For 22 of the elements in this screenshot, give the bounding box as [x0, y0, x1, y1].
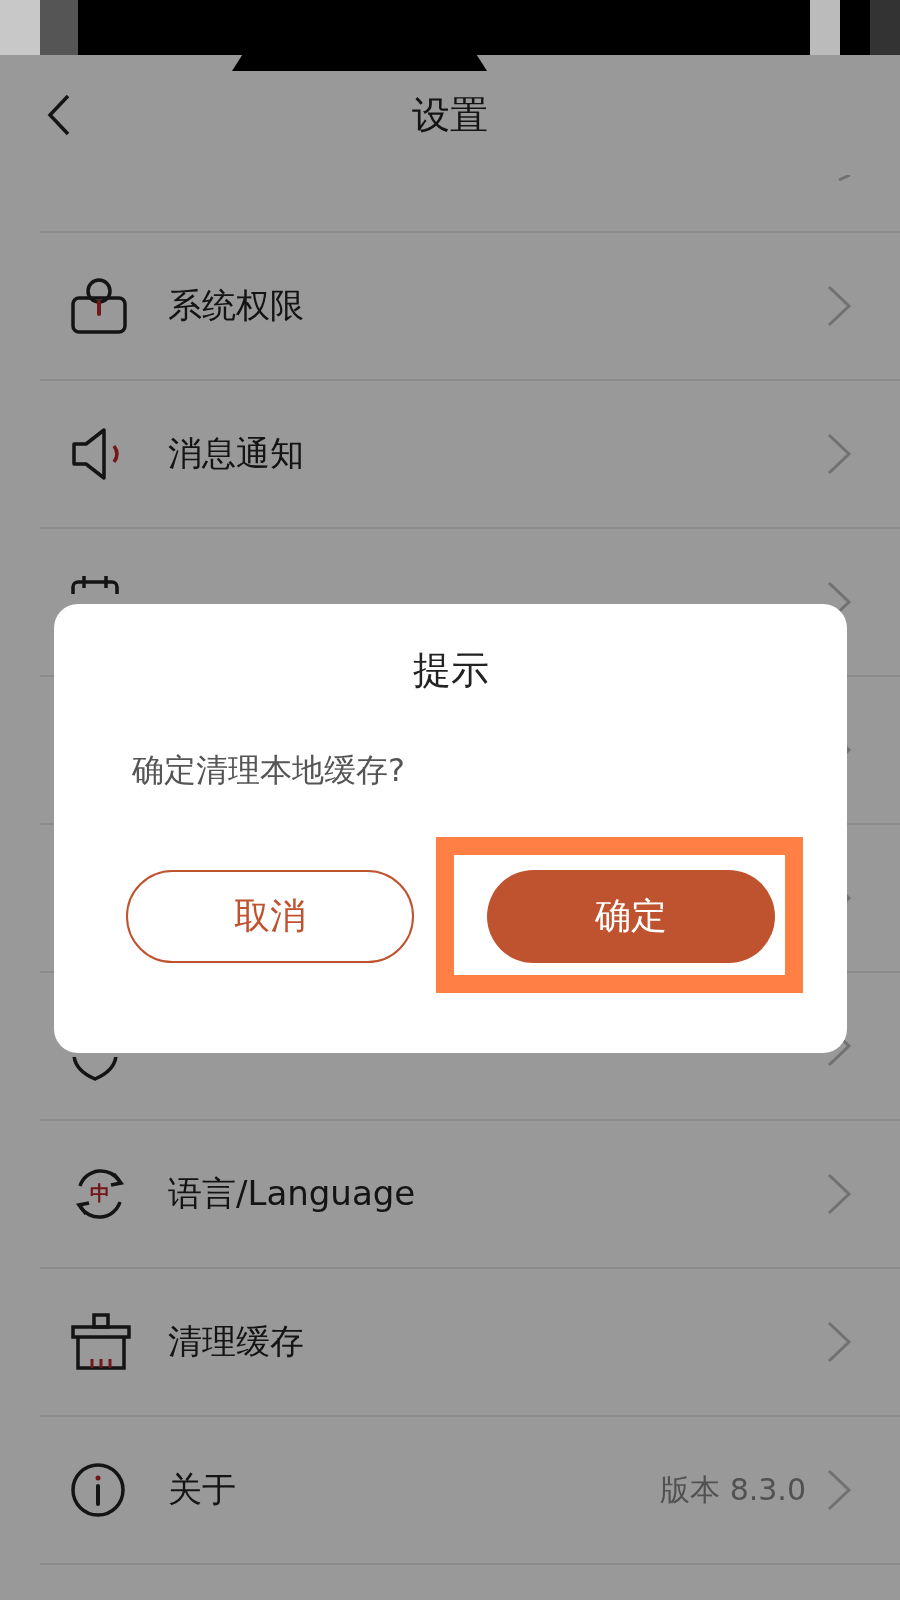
- shield-icon: [70, 1057, 120, 1081]
- setting-label: 清理缓存: [168, 1320, 305, 1363]
- chevron-right-icon: [826, 432, 852, 476]
- chevron-icon: [838, 175, 852, 181]
- cancel-button[interactable]: 取消: [126, 870, 414, 963]
- info-icon: [70, 1462, 126, 1518]
- setting-label: 系统权限: [168, 284, 305, 327]
- basket-icon: [70, 1313, 132, 1371]
- setting-label: 关于: [168, 1468, 237, 1511]
- setting-label: 消息通知: [168, 432, 305, 475]
- chevron-right-icon: [826, 284, 852, 328]
- chevron-right-icon: [826, 1468, 852, 1512]
- dialog-title: 提示: [411, 647, 490, 690]
- lock-icon: [70, 276, 128, 336]
- page-title: 设置: [412, 91, 488, 139]
- dialog-message: 确定清理本地缓存?: [132, 750, 406, 790]
- version-text: 版本 8.3.0: [660, 1470, 806, 1509]
- chevron-right-icon: [826, 1172, 852, 1216]
- confirm-button[interactable]: 确定: [487, 870, 775, 963]
- chevron-right-icon: [826, 1320, 852, 1364]
- setting-label: 语言/Language: [168, 1172, 417, 1215]
- calendar-icon: [70, 574, 120, 594]
